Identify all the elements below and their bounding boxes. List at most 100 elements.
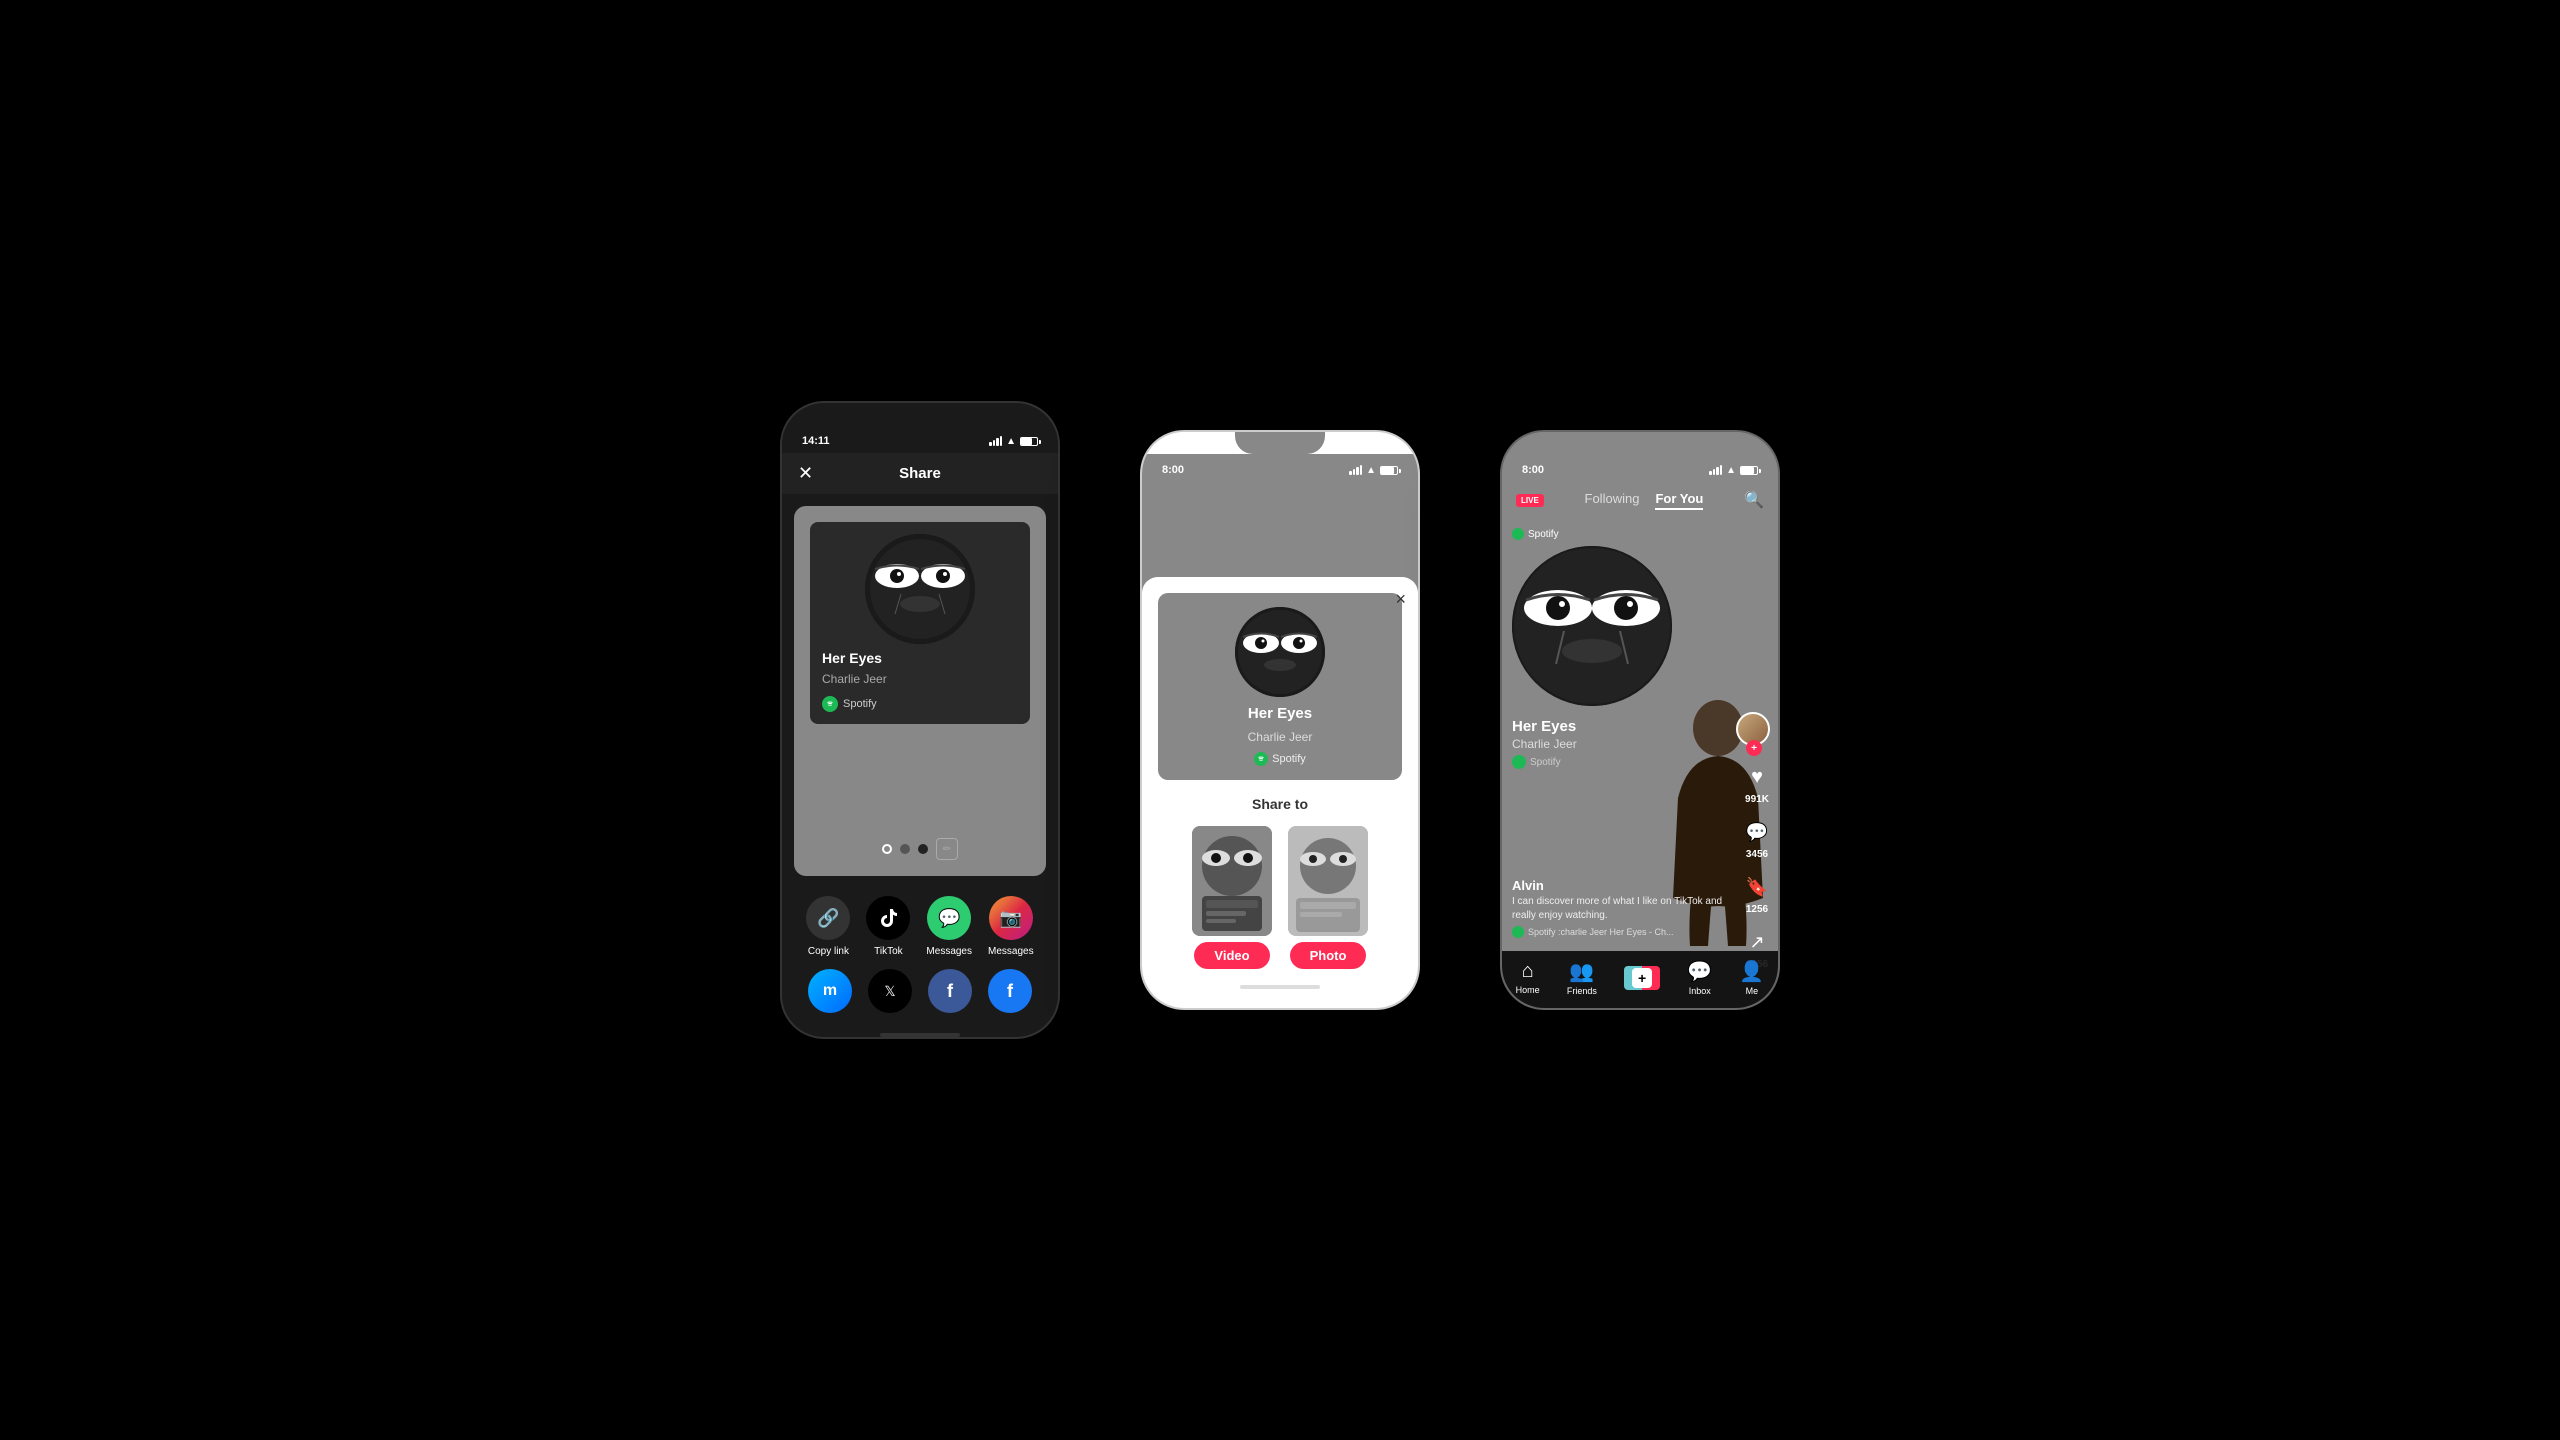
- nav-inbox[interactable]: 💬 Inbox: [1687, 959, 1712, 996]
- share-modal: ×: [1142, 577, 1418, 1008]
- status-bar-2: 8:00 ▲: [1142, 454, 1418, 482]
- modal-close-button[interactable]: ×: [1395, 589, 1406, 610]
- time-2: 8:00: [1162, 464, 1184, 476]
- battery-icon: [1020, 437, 1038, 446]
- heart-icon: ♥: [1742, 762, 1772, 792]
- status-bar-3: 8:00 ▲: [1502, 454, 1778, 482]
- facebook-action[interactable]: f: [988, 969, 1032, 1013]
- messenger-action[interactable]: m: [808, 969, 852, 1013]
- share-card: Her Eyes Charlie Jeer Spotify ✏: [794, 506, 1046, 876]
- nav-home[interactable]: ⌂ Home: [1516, 960, 1540, 995]
- friends-label: Friends: [1567, 986, 1597, 996]
- instagram-action[interactable]: 📷 Messages: [988, 896, 1034, 957]
- signal-icon-2: [1349, 465, 1362, 475]
- instagram-label: Messages: [988, 946, 1034, 957]
- battery-icon-2: [1380, 466, 1398, 475]
- phone-2: 8:00 ▲ LIVE Following For You 🔍: [1140, 430, 1420, 1010]
- close-button[interactable]: ✕: [798, 463, 813, 484]
- spotify-badge-1: Spotify: [822, 696, 877, 712]
- comment-icon: 💬: [1742, 817, 1772, 847]
- home-icon: ⌂: [1522, 960, 1534, 983]
- feed-username: Alvin: [1512, 878, 1728, 893]
- album-art-1: [865, 534, 975, 644]
- instagram-icon: 📷: [989, 896, 1033, 940]
- photo-preview-item: Photo: [1288, 826, 1368, 969]
- nav-add[interactable]: +: [1624, 966, 1660, 990]
- spotify-dot: [1512, 528, 1524, 540]
- following-tab-3[interactable]: Following: [1585, 491, 1640, 510]
- copy-link-icon: 🔗: [806, 896, 850, 940]
- share-screen: ✕ Share: [782, 453, 1058, 1037]
- inbox-icon: 💬: [1687, 959, 1712, 984]
- tiktok-icon: [866, 896, 910, 940]
- spotify-logo-1: [822, 696, 838, 712]
- modal-artist: Charlie Jeer: [1248, 730, 1313, 744]
- modal-spotify: Spotify: [1254, 752, 1306, 766]
- scroll-handle: [782, 1033, 1058, 1037]
- battery-icon-3: [1740, 466, 1758, 475]
- twitter-action[interactable]: 𝕏: [868, 969, 912, 1013]
- bookmark-icon: 🔖: [1742, 872, 1772, 902]
- feed-spotify-name: Spotify: [1530, 757, 1561, 768]
- signal-icon: [989, 436, 1002, 446]
- dot-3: [918, 844, 928, 854]
- song-title-1: Her Eyes: [822, 650, 882, 666]
- like-action[interactable]: ♥ 991K: [1742, 762, 1772, 805]
- feed-music-tag: Spotify :charlie Jeer Her Eyes - Ch...: [1528, 927, 1674, 937]
- me-icon: 👤: [1739, 959, 1764, 984]
- phone-3: 8:00 ▲ LIVE Following For You 🔍: [1500, 430, 1780, 1010]
- tiktok-nav-3: LIVE Following For You 🔍: [1502, 482, 1778, 518]
- copy-link-action[interactable]: 🔗 Copy link: [806, 896, 850, 957]
- spotify-icon-modal: [1254, 752, 1268, 766]
- twitter-icon: 𝕏: [868, 969, 912, 1013]
- facebook-dark-action[interactable]: f: [928, 969, 972, 1013]
- share-to-label: Share to: [1158, 796, 1402, 812]
- music-spotify-dot: [1512, 926, 1524, 938]
- edit-icon[interactable]: ✏: [936, 838, 958, 860]
- share-actions-row2: m 𝕏 f f: [782, 965, 1058, 1025]
- modal-song-title: Her Eyes: [1248, 705, 1312, 722]
- video-button[interactable]: Video: [1194, 942, 1269, 969]
- bookmark-action[interactable]: 🔖 1256: [1742, 872, 1772, 915]
- comment-count: 3456: [1746, 849, 1768, 860]
- nav-friends[interactable]: 👥 Friends: [1567, 959, 1597, 996]
- photo-button[interactable]: Photo: [1290, 942, 1367, 969]
- platform-tag: Spotify: [1528, 529, 1559, 540]
- modal-album-preview: Her Eyes Charlie Jeer Spotify: [1158, 593, 1402, 780]
- bottom-nav: ⌂ Home 👥 Friends + 💬 Inbox 👤 Me: [1502, 951, 1778, 1008]
- time-3: 8:00: [1522, 464, 1544, 476]
- feed-user-info: Alvin I can discover more of what I like…: [1512, 878, 1728, 938]
- status-icons-2: ▲: [1349, 465, 1398, 476]
- spotify-tag: Spotify: [1512, 528, 1728, 540]
- me-label: Me: [1746, 986, 1759, 996]
- phone-1: 14:11 ▲ ✕ Share: [780, 401, 1060, 1039]
- copy-link-label: Copy link: [808, 946, 849, 957]
- feed-music-row: Spotify :charlie Jeer Her Eyes - Ch...: [1512, 926, 1728, 938]
- nav-me[interactable]: 👤 Me: [1739, 959, 1764, 996]
- video-preview-item: Video: [1192, 826, 1272, 969]
- like-count: 991K: [1745, 794, 1769, 805]
- follow-plus[interactable]: +: [1746, 740, 1762, 756]
- search-icon-3[interactable]: 🔍: [1744, 490, 1764, 510]
- messenger-icon: m: [808, 969, 852, 1013]
- share-title: Share: [899, 465, 941, 482]
- signal-icon-3: [1709, 465, 1722, 475]
- video-thumb: [1192, 826, 1272, 936]
- facebook-dark-icon: f: [928, 969, 972, 1013]
- messages-label: Messages: [926, 946, 972, 957]
- tiktok-action[interactable]: TikTok: [866, 896, 910, 957]
- feed-caption: I can discover more of what I like on Ti…: [1512, 895, 1728, 923]
- notch-2: [1235, 432, 1325, 454]
- home-label: Home: [1516, 985, 1540, 995]
- wifi-icon-3: ▲: [1726, 465, 1736, 476]
- for-you-tab-3[interactable]: For You: [1655, 491, 1703, 510]
- comment-action[interactable]: 💬 3456: [1742, 817, 1772, 860]
- feed-actions: ♥ 991K 💬 3456 🔖 1256 ↗ 1256: [1742, 762, 1772, 970]
- live-badge-3: LIVE: [1516, 494, 1544, 507]
- messages-action[interactable]: 💬 Messages: [926, 896, 972, 957]
- share-header: ✕ Share: [782, 453, 1058, 494]
- feed-album-art: [1512, 546, 1672, 706]
- dot-1: [882, 844, 892, 854]
- wifi-icon-2: ▲: [1366, 465, 1376, 476]
- bookmark-count: 1256: [1746, 904, 1768, 915]
